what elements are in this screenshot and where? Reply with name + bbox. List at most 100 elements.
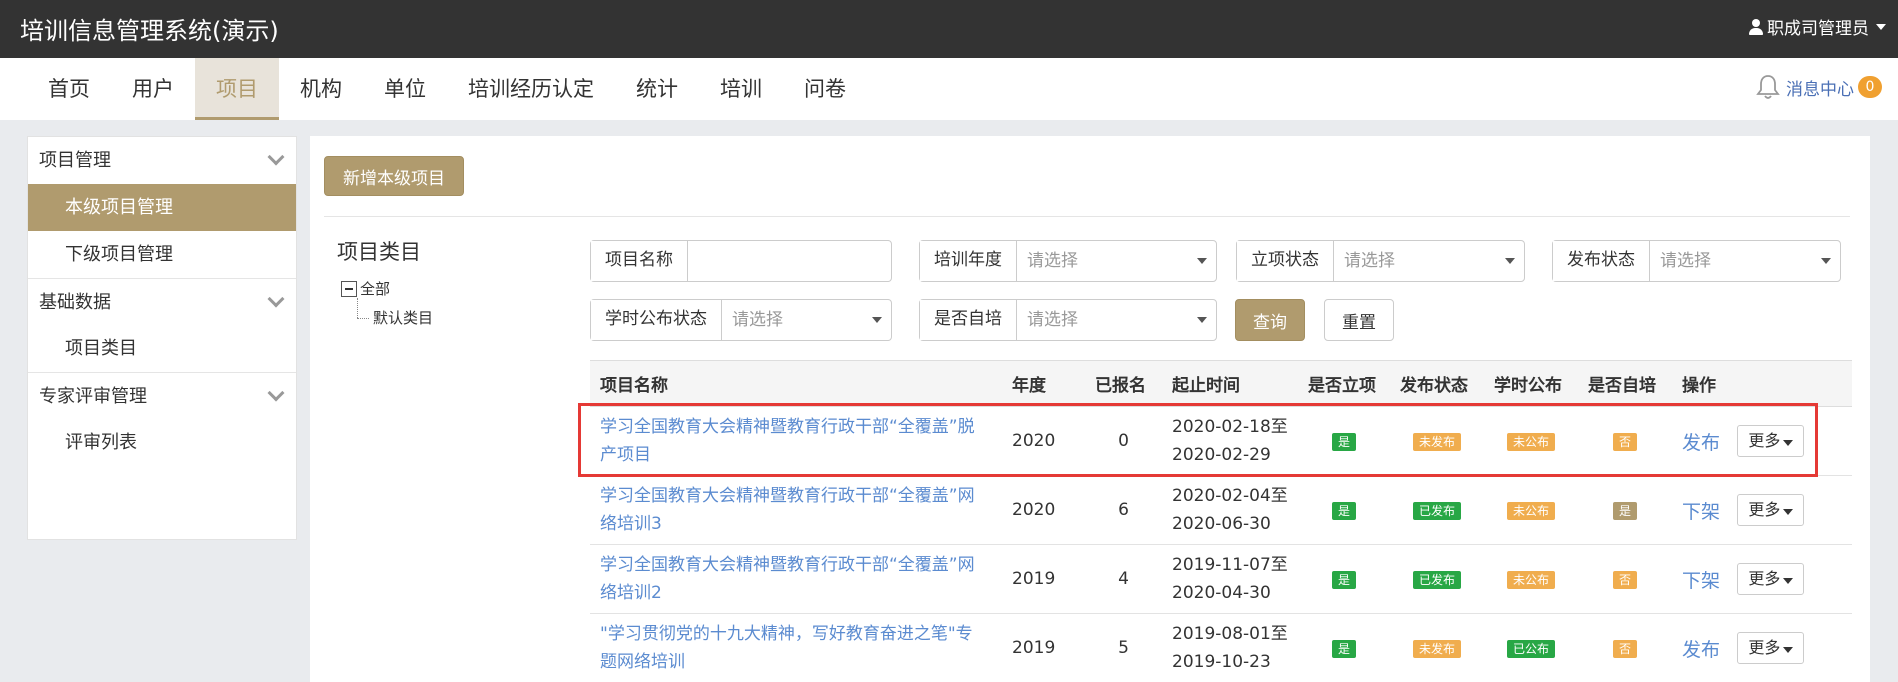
- nav-statistics[interactable]: 统计: [615, 58, 699, 120]
- caret-down-icon: [1505, 258, 1515, 264]
- self-training-label: 是否自培: [920, 300, 1017, 340]
- cell-self: 否: [1578, 544, 1672, 614]
- cell-self: 否: [1578, 613, 1672, 682]
- self-training-select[interactable]: 是否自培 请选择: [919, 299, 1217, 341]
- status-badge: 已公布: [1506, 640, 1555, 658]
- tree-node-all[interactable]: 全部: [341, 278, 390, 299]
- unpublish-link[interactable]: 下架: [1682, 501, 1720, 523]
- more-dropdown-button[interactable]: 更多: [1737, 494, 1805, 526]
- nav-units[interactable]: 单位: [363, 58, 447, 120]
- nav-training[interactable]: 培训: [699, 58, 783, 120]
- sidebar-item-review-list[interactable]: 评审列表: [28, 419, 296, 466]
- status-badge: 未公布: [1506, 433, 1555, 451]
- category-tree-title: 项目类目: [337, 240, 421, 264]
- cell-enrolled: 4: [1085, 544, 1162, 614]
- project-name-link[interactable]: 学习全国教育大会精神暨教育行政干部“全覆盖”脱产项目: [590, 406, 1002, 476]
- status-badge: 未发布: [1412, 640, 1461, 658]
- cell-self: 否: [1578, 406, 1672, 476]
- unpublish-link[interactable]: 下架: [1682, 570, 1720, 592]
- self-training-value[interactable]: 请选择: [1017, 300, 1216, 340]
- caret-down-icon: [872, 317, 882, 323]
- nav-projects[interactable]: 项目: [195, 58, 279, 120]
- cell-actions: 发布 更多: [1672, 406, 1852, 476]
- year-select[interactable]: 培训年度 请选择: [919, 240, 1217, 282]
- bell-icon: [1756, 75, 1780, 99]
- project-name-input[interactable]: [688, 241, 927, 281]
- status-badge: 否: [1612, 571, 1637, 589]
- sidebar-group-project-management[interactable]: 项目管理: [28, 137, 296, 184]
- top-header: 培训信息管理系统(演示) 职成司管理员: [0, 0, 1898, 58]
- status-badge: 否: [1612, 640, 1637, 658]
- project-name-label: 项目名称: [591, 241, 688, 281]
- col-header-publish[interactable]: 发布状态: [1390, 360, 1484, 407]
- publish-link[interactable]: 发布: [1682, 432, 1720, 454]
- cell-self: 是: [1578, 475, 1672, 545]
- project-table: 项目名称 年度 已报名 起止时间 是否立项 发布状态 学时公布 是否自培 操作 …: [590, 360, 1852, 682]
- status-badge: 已发布: [1412, 502, 1461, 520]
- app-title: 培训信息管理系统(演示): [20, 17, 279, 45]
- col-header-year[interactable]: 年度: [1002, 360, 1085, 407]
- hours-status-label: 学时公布状态: [591, 300, 722, 340]
- col-header-approved[interactable]: 是否立项: [1298, 360, 1390, 407]
- cell-period: 2020-02-18至 2020-02-29: [1162, 406, 1298, 476]
- col-header-self[interactable]: 是否自培: [1578, 360, 1672, 407]
- nav-home[interactable]: 首页: [27, 58, 111, 120]
- nav-institutions[interactable]: 机构: [279, 58, 363, 120]
- approval-status-value[interactable]: 请选择: [1334, 241, 1524, 281]
- project-name-link[interactable]: "学习贯彻党的十九大精神，写好教育奋进之笔"专题网络培训: [590, 613, 1002, 682]
- col-header-period[interactable]: 起止时间: [1162, 360, 1298, 407]
- publish-link[interactable]: 发布: [1682, 639, 1720, 661]
- sidebar-group-label: 项目管理: [39, 150, 111, 171]
- cell-hours: 已公布: [1484, 613, 1578, 682]
- nav-survey[interactable]: 问卷: [783, 58, 867, 120]
- sidebar-group-base-data[interactable]: 基础数据: [28, 278, 296, 325]
- cell-year: 2020: [1002, 475, 1085, 545]
- project-name-link[interactable]: 学习全国教育大会精神暨教育行政干部“全覆盖”网络培训2: [590, 544, 1002, 614]
- publish-status-label: 发布状态: [1553, 241, 1650, 281]
- main-nav-bar: 首页 用户 项目 机构 单位 培训经历认定 统计 培训 问卷 消息中心 0: [0, 58, 1898, 120]
- caret-down-icon: [1783, 647, 1794, 653]
- publish-status-select[interactable]: 发布状态 请选择: [1552, 240, 1841, 282]
- more-dropdown-button[interactable]: 更多: [1737, 563, 1805, 595]
- cell-period: 2020-02-04至 2020-06-30: [1162, 475, 1298, 545]
- col-header-name[interactable]: 项目名称: [590, 360, 1002, 407]
- nav-training-recognition[interactable]: 培训经历认定: [447, 58, 615, 120]
- approval-status-select[interactable]: 立项状态 请选择: [1236, 240, 1525, 282]
- user-menu[interactable]: 职成司管理员: [1749, 14, 1886, 39]
- message-center[interactable]: 消息中心 0: [1756, 74, 1882, 100]
- cell-approved: 是: [1298, 544, 1390, 614]
- reset-button[interactable]: 重置: [1324, 299, 1394, 341]
- col-header-hours[interactable]: 学时公布: [1484, 360, 1578, 407]
- project-name-link[interactable]: 学习全国教育大会精神暨教育行政干部“全覆盖”网络培训3: [590, 475, 1002, 545]
- more-dropdown-button[interactable]: 更多: [1737, 425, 1805, 457]
- chevron-down-icon: [267, 290, 285, 308]
- cell-year: 2019: [1002, 544, 1085, 614]
- cell-publish: 已发布: [1390, 475, 1484, 545]
- collapse-icon[interactable]: [341, 280, 357, 297]
- year-select-value[interactable]: 请选择: [1017, 241, 1216, 281]
- publish-status-value[interactable]: 请选择: [1650, 241, 1840, 281]
- hours-status-value[interactable]: 请选择: [722, 300, 891, 340]
- sidebar-group-expert-review[interactable]: 专家评审管理: [28, 372, 296, 419]
- caret-down-icon: [1197, 317, 1207, 323]
- more-dropdown-button[interactable]: 更多: [1737, 632, 1805, 664]
- cell-publish: 已发布: [1390, 544, 1484, 614]
- add-project-button[interactable]: 新增本级项目: [324, 156, 464, 196]
- caret-down-icon: [1821, 258, 1831, 264]
- col-header-enrolled[interactable]: 已报名: [1085, 360, 1162, 407]
- cell-hours: 未公布: [1484, 544, 1578, 614]
- tree-node-default[interactable]: 默认类目: [373, 307, 433, 328]
- nav-users[interactable]: 用户: [111, 58, 195, 120]
- sidebar-item-project-category[interactable]: 项目类目: [28, 325, 296, 372]
- hours-status-select[interactable]: 学时公布状态 请选择: [590, 299, 892, 341]
- sidebar-item-own-projects[interactable]: 本级项目管理: [28, 184, 296, 231]
- query-button[interactable]: 查询: [1235, 299, 1305, 341]
- year-label: 培训年度: [920, 241, 1017, 281]
- cell-actions: 下架 更多: [1672, 544, 1852, 614]
- cell-year: 2019: [1002, 613, 1085, 682]
- message-center-label: 消息中心: [1786, 79, 1854, 100]
- project-name-field: 项目名称: [590, 240, 927, 282]
- sidebar-item-sub-projects[interactable]: 下级项目管理: [28, 231, 296, 278]
- cell-publish: 未发布: [1390, 613, 1484, 682]
- status-badge: 是: [1331, 502, 1356, 520]
